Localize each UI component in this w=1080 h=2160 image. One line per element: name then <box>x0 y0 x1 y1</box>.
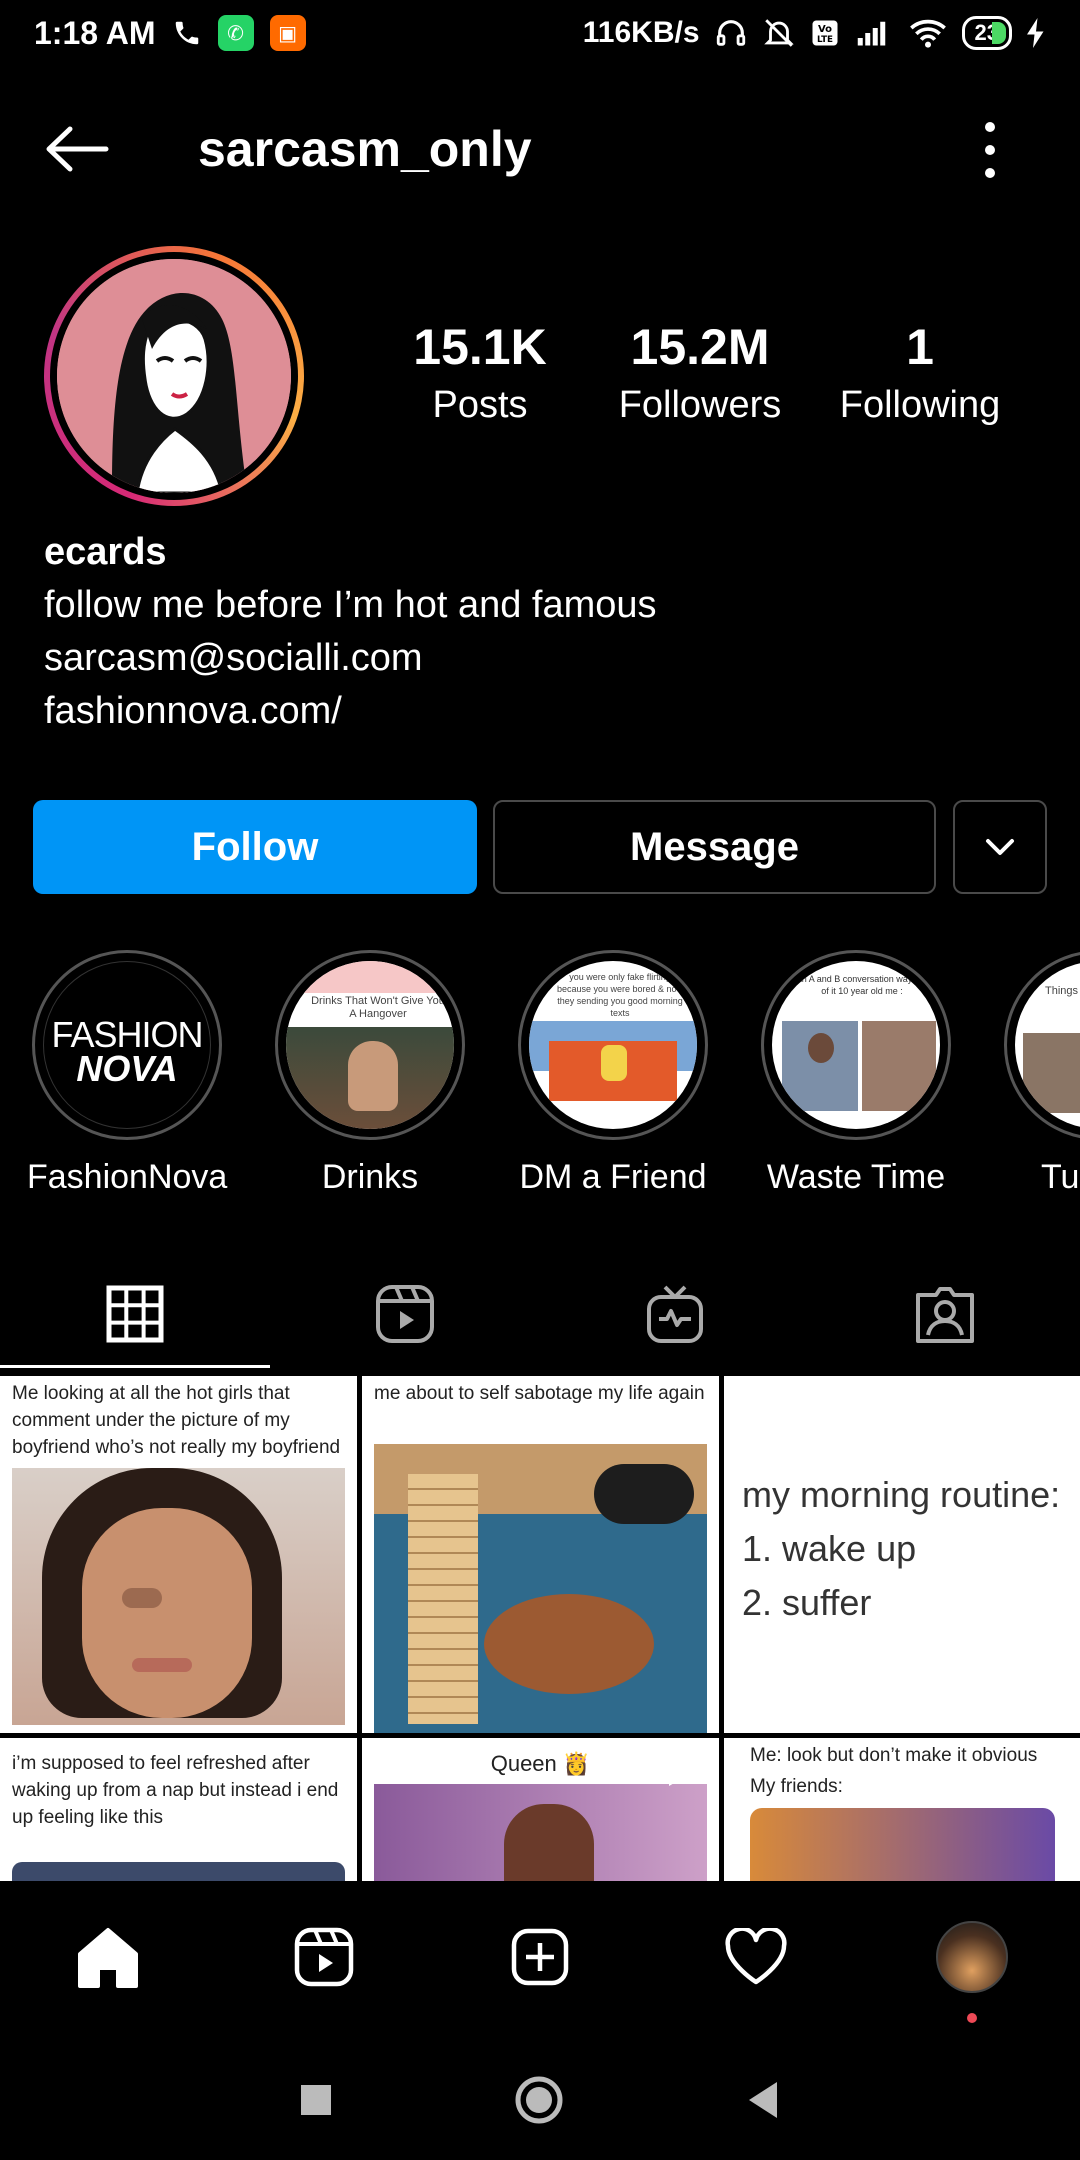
chevron-down-icon <box>986 839 1014 855</box>
home-icon <box>78 1928 138 1988</box>
network-speed: 116KB/s <box>582 16 700 49</box>
profile-header: sarcasm_only <box>0 100 1080 200</box>
post-thumbnail[interactable]: me about to self sabotage my life again <box>362 1376 719 1733</box>
tab-posts-grid[interactable] <box>0 1260 270 1368</box>
highlight-tu[interactable]: Things T Tu <box>999 950 1080 1197</box>
tab-reels[interactable] <box>270 1260 540 1368</box>
highlight-caption: Drinks That Won't Give You A Hangover <box>311 995 445 1020</box>
highlight-waste-time[interactable]: an A and B conversation way out of it 10… <box>756 950 956 1197</box>
bottom-navigation <box>0 1882 1080 2032</box>
post-thumbnail[interactable]: i’m supposed to feel refreshed after wak… <box>0 1738 357 1881</box>
whatsapp-icon: ✆ <box>217 15 254 51</box>
post-text-line: 1. wake up <box>742 1528 917 1569</box>
nova-logo-text: NOVA <box>76 1048 178 1089</box>
nav-activity[interactable] <box>648 1928 864 1986</box>
post-text-line: 2. suffer <box>742 1582 872 1623</box>
bio-website-link[interactable]: fashionnova.com/ <box>44 685 657 738</box>
status-bar: 1:18 AM ✆ ▣ 116KB/s Vo LTE 23 <box>0 0 1080 66</box>
stat-label: Followers <box>618 384 782 426</box>
highlight-label: Tu <box>1041 1158 1080 1196</box>
stat-followers[interactable]: 15.2M Followers <box>590 318 810 427</box>
post-caption: me about to self sabotage my life again <box>374 1383 705 1404</box>
profile-avatar[interactable] <box>44 246 304 506</box>
follow-button[interactable]: Follow <box>33 800 477 894</box>
highlight-drinks[interactable]: Drinks That Won't Give You A Hangover Dr… <box>270 950 470 1197</box>
volte-icon: VoLTE <box>812 20 838 46</box>
highlight-caption: an A and B conversation way out of it 10… <box>796 974 928 996</box>
svg-text:LTE: LTE <box>816 35 832 45</box>
phone-icon <box>175 21 198 45</box>
tab-tagged[interactable] <box>810 1260 1080 1368</box>
svg-text:Vo: Vo <box>817 24 831 35</box>
profile-username: sarcasm_only <box>198 121 532 177</box>
headphones-icon <box>716 20 745 46</box>
nav-profile[interactable] <box>864 1921 1080 2023</box>
post-caption: Me: look but don’t make it obvious <box>750 1745 1038 1766</box>
add-post-icon <box>511 1928 569 1986</box>
post-thumbnail[interactable]: my morning routine: 1. wake up 2. suffer <box>724 1376 1080 1733</box>
profile-display-name: ecards <box>44 531 167 573</box>
highlight-label: Drinks <box>321 1158 419 1196</box>
stat-label: Posts <box>432 384 528 426</box>
system-navigation-bar <box>0 2040 1080 2160</box>
grid-icon <box>106 1285 164 1343</box>
highlight-fashionnova[interactable]: FASHION NOVA FashionNova <box>27 950 227 1197</box>
post-thumbnail[interactable]: Queen 👸 <box>362 1738 719 1881</box>
reels-icon <box>294 1927 354 1987</box>
nav-reels[interactable] <box>216 1926 432 1988</box>
post-thumbnail[interactable]: Me looking at all the hot girls that com… <box>0 1376 357 1733</box>
highlight-caption: you were only fake flirting because you … <box>556 972 684 1018</box>
tagged-user-icon <box>916 1287 974 1343</box>
tab-igtv[interactable] <box>540 1260 810 1368</box>
reels-icon <box>376 1285 434 1343</box>
profile-stats: 15.1K Posts 15.2M Followers 1 Following <box>370 318 1030 427</box>
igtv-icon <box>647 1285 703 1343</box>
stat-label: Following <box>839 384 1001 426</box>
stat-value: 15.2M <box>630 319 770 375</box>
post-text-line: My friends: <box>750 1776 843 1797</box>
post-caption: Me looking at all the hot girls that com… <box>12 1383 341 1458</box>
bio-email-link[interactable]: sarcasm@socialli.com <box>44 632 657 685</box>
battery-indicator: 23 <box>961 16 1012 50</box>
highlight-dm-a-friend[interactable]: you were only fake flirting because you … <box>513 950 713 1197</box>
post-caption: i’m supposed to feel refreshed after wak… <box>12 1753 339 1828</box>
nav-home[interactable] <box>0 1926 216 1988</box>
mute-bell-icon <box>763 19 794 47</box>
profile-tabs <box>0 1260 1080 1368</box>
bio-text: follow me before I’m hot and famous <box>44 584 657 626</box>
post-thumbnail[interactable]: Me: look but don’t make it obvious My fr… <box>724 1738 1080 1881</box>
notification-dot <box>967 2013 977 2023</box>
story-highlights: FASHION NOVA FashionNova Drinks That Won… <box>0 950 1080 1200</box>
nav-avatar <box>936 1921 1008 1993</box>
stat-value: 15.1K <box>413 319 547 375</box>
stat-posts[interactable]: 15.1K Posts <box>370 318 590 427</box>
app-notification-icon: ▣ <box>269 15 306 51</box>
wifi-icon <box>909 19 946 48</box>
post-caption: my morning routine: <box>742 1474 1061 1515</box>
charging-icon <box>1027 18 1044 48</box>
highlight-label: Waste Time <box>766 1158 946 1196</box>
message-button[interactable]: Message <box>493 800 936 894</box>
profile-bio: ecards follow me before I’m hot and famo… <box>44 526 657 738</box>
heart-icon <box>725 1928 787 1985</box>
recent-apps-icon[interactable] <box>299 2083 333 2117</box>
back-button-icon[interactable] <box>745 2080 781 2120</box>
suggested-accounts-button[interactable] <box>953 800 1047 894</box>
posts-grid: Me looking at all the hot girls that com… <box>0 1376 1080 1881</box>
highlight-label: DM a Friend <box>519 1158 707 1196</box>
avatar-illustration <box>57 259 291 493</box>
stat-value: 1 <box>906 319 934 375</box>
home-button-icon[interactable] <box>513 2074 565 2126</box>
video-play-icon <box>669 1754 697 1786</box>
highlight-caption: Things T <box>1045 985 1080 997</box>
nav-create[interactable] <box>432 1927 648 1987</box>
back-arrow-icon[interactable] <box>42 124 112 174</box>
stat-following[interactable]: 1 Following <box>810 318 1030 427</box>
status-time: 1:18 AM <box>34 14 156 51</box>
highlight-label: FashionNova <box>27 1158 228 1196</box>
signal-icon <box>857 21 885 46</box>
more-options-icon[interactable] <box>978 122 1002 178</box>
